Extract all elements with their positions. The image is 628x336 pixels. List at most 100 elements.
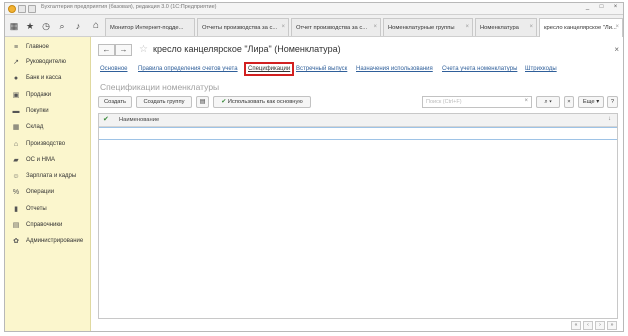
coin-icon: ● (13, 74, 19, 82)
link-specifications[interactable]: Спецификации (243, 62, 295, 76)
sidebar-item-label: Банк и касса (26, 75, 62, 81)
truck-icon: ▰ (13, 157, 19, 164)
link-barcodes[interactable]: Штрихкоды (525, 66, 557, 72)
tab-production-reports[interactable]: Отчеты производства за с... × (197, 18, 289, 36)
link-counter-release[interactable]: Встречный выпуск (296, 66, 347, 72)
tab-label: Номенклатурные группы (388, 25, 455, 31)
toolbar-icons: ▦ ★ ◷ ⌕ ♪ (9, 20, 83, 32)
next-page-button[interactable]: › (595, 321, 605, 330)
tab-label: Монитор Интернет-подде... (110, 25, 184, 31)
pager: « ‹ › » (571, 321, 617, 330)
window-icon[interactable] (28, 5, 36, 13)
search-input[interactable]: Поиск (Ctrl+F) × (422, 96, 532, 108)
sidebar-item-manager[interactable]: ↗ Руководителю (11, 56, 66, 68)
sidebar-item-label: Главное (26, 44, 49, 50)
window-title: Бухгалтерия предприятия (базовая), редак… (41, 4, 217, 10)
sidebar-item-references[interactable]: ▤ Справочники (11, 219, 63, 231)
create-group-button[interactable]: Создать группу (136, 96, 192, 108)
tab-monitor[interactable]: Монитор Интернет-подде... (105, 18, 195, 36)
book-icon: ▤ (12, 222, 20, 229)
back-button[interactable]: ← (98, 44, 115, 56)
close-tab-icon[interactable]: × (373, 24, 377, 30)
tab-label: кресло канцелярское "Ли... (544, 25, 617, 31)
sidebar-item-label: Производство (26, 141, 66, 147)
grid-icon[interactable]: ▦ (9, 20, 19, 32)
close-tab-icon[interactable]: × (615, 24, 619, 30)
sidebar-item-assets[interactable]: ▰ ОС и НМА (11, 154, 55, 166)
sidebar-item-salary[interactable]: ☺ Зарплата и кадры (11, 170, 76, 182)
sidebar-item-production[interactable]: ⌂ Производство (11, 138, 65, 150)
sort-icon[interactable]: ↓ (608, 116, 611, 122)
help-button[interactable]: ? (607, 96, 618, 108)
table-row[interactable] (99, 127, 617, 140)
more-button[interactable]: Еще ▾ (578, 96, 604, 108)
sidebar-item-label: Операции (26, 189, 55, 195)
bell-icon[interactable]: ♪ (73, 20, 83, 32)
close-tab-icon[interactable]: × (465, 24, 469, 30)
app-window: Бухгалтерия предприятия (базовая), редак… (4, 2, 624, 332)
sidebar-item-operations[interactable]: % Операции (11, 186, 54, 198)
sidebar-item-reports[interactable]: ▮ Отчеты (11, 203, 47, 215)
checkmark-icon: ✔ (103, 116, 109, 123)
title-bar: Бухгалтерия предприятия (базовая), редак… (5, 3, 623, 15)
tab-nomenclature-groups[interactable]: Номенклатурные группы × (383, 18, 473, 36)
minimize-button[interactable]: _ (583, 4, 592, 10)
specifications-table[interactable]: ✔ Наименование ↓ (98, 113, 618, 319)
sidebar-item-label: Продажи (26, 92, 52, 98)
sidebar-item-label: Зарплата и кадры (26, 173, 77, 179)
link-nomenclature-accounts[interactable]: Счета учета номенклатуры (442, 66, 517, 72)
home-icon[interactable]: ⌂ (93, 20, 99, 31)
forward-button[interactable]: → (115, 44, 132, 56)
use-as-default-button[interactable]: ✔ Использовать как основную (213, 96, 311, 108)
tab-chair-lira[interactable]: кресло канцелярское "Ли... × (539, 18, 623, 37)
use-as-default-label: Использовать как основную (227, 99, 303, 105)
close-tab-icon[interactable]: × (529, 24, 533, 30)
list-icon: ≡ (13, 43, 19, 51)
maximize-button[interactable]: □ (597, 4, 606, 10)
search-button[interactable]: ⌕ ▾ (536, 96, 560, 108)
link-main[interactable]: Основное (100, 66, 128, 72)
tab-production-report[interactable]: Отчет производства за с... × (291, 18, 381, 36)
trend-icon: ↗ (13, 59, 19, 66)
star-icon[interactable]: ★ (25, 20, 35, 32)
app-icons (8, 5, 36, 13)
window-controls: _ □ × (583, 4, 620, 10)
sidebar-item-bank[interactable]: ● Банк и касса (11, 72, 61, 84)
tab-label: Отчет производства за с... (296, 25, 368, 31)
first-page-button[interactable]: « (571, 321, 581, 330)
last-page-button[interactable]: » (607, 321, 617, 330)
sidebar-item-admin[interactable]: ✿ Администрирование (11, 235, 83, 247)
close-form-button[interactable]: × (614, 45, 619, 54)
column-name-header[interactable]: Наименование (119, 117, 159, 123)
tabs-bar: ▦ ★ ◷ ⌕ ♪ ⌂ Монитор Интернет-подде... От… (5, 15, 623, 37)
sidebar-item-label: Отчеты (26, 206, 47, 212)
close-window-button[interactable]: × (611, 4, 620, 10)
sidebar-item-label: Склад (26, 124, 44, 130)
sidebar-item-warehouse[interactable]: ▦ Склад (11, 121, 44, 133)
tab-label: Отчеты производства за с... (202, 25, 278, 31)
clear-icon[interactable]: × (524, 98, 528, 104)
sidebar-item-label: Покупки (26, 108, 49, 114)
close-tab-icon[interactable]: × (281, 24, 285, 30)
prev-page-button[interactable]: ‹ (583, 321, 593, 330)
history-icon[interactable]: ◷ (41, 20, 51, 32)
person-icon: ☺ (12, 172, 20, 180)
clear-search-icon[interactable]: × (564, 96, 574, 108)
link-usage-purposes[interactable]: Назначения использования (356, 66, 433, 72)
sidebar-item-purchases[interactable]: ▬ Покупки (11, 105, 49, 117)
sidebar-item-sales[interactable]: ▣ Продажи (11, 89, 51, 101)
search-icon[interactable]: ⌕ (57, 20, 67, 32)
copy-icon[interactable]: ▤ (196, 96, 209, 108)
gear-icon: ✿ (13, 238, 19, 245)
link-account-rules[interactable]: Правила определения счетов учета (138, 66, 238, 72)
create-button[interactable]: Создать (98, 96, 132, 108)
tab-nomenclature[interactable]: Номенклатура × (475, 18, 537, 36)
sidebar-item-label: Администрирование (26, 238, 84, 244)
sidebar-item-main[interactable]: ≡ Главное (11, 41, 49, 53)
more-label: Еще (582, 99, 595, 105)
section-title: Спецификации номенклатуры (100, 82, 220, 92)
menu-icon[interactable] (18, 5, 26, 13)
favorite-star-icon[interactable]: ☆ (139, 44, 148, 55)
search-placeholder: Поиск (Ctrl+F) (426, 99, 462, 105)
tab-label: Номенклатура (480, 25, 519, 31)
